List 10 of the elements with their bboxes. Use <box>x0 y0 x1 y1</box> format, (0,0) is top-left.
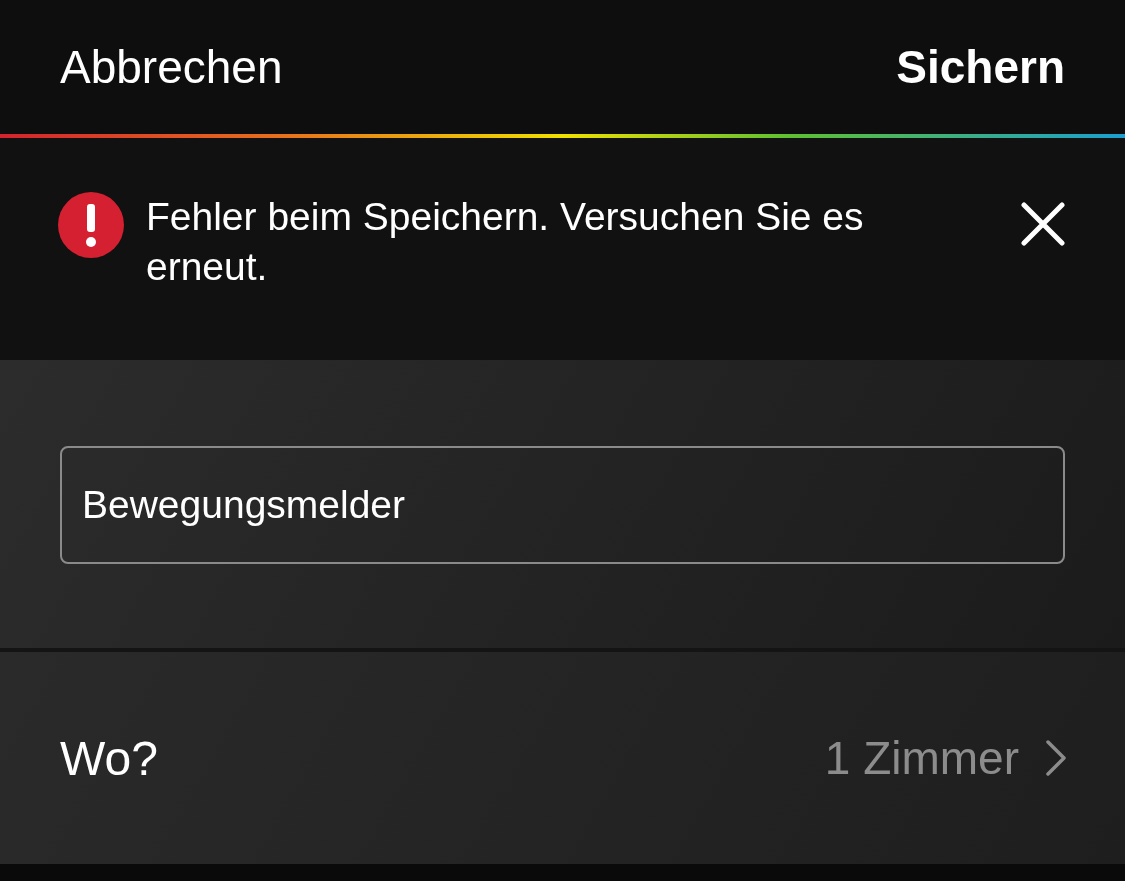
chevron-right-icon <box>1045 739 1067 777</box>
name-field[interactable]: Bewegungsmelder <box>60 446 1065 564</box>
location-label: Wo? <box>60 730 158 786</box>
location-row[interactable]: Wo? 1 Zimmer <box>0 652 1125 864</box>
cancel-button[interactable]: Abbrechen <box>60 40 283 94</box>
location-value: 1 Zimmer <box>824 731 1019 785</box>
save-button[interactable]: Sichern <box>896 40 1065 94</box>
error-icon <box>58 192 124 258</box>
close-icon[interactable] <box>1021 202 1065 246</box>
error-message: Fehler beim Speichern. Versuchen Sie es erneut. <box>146 194 865 290</box>
